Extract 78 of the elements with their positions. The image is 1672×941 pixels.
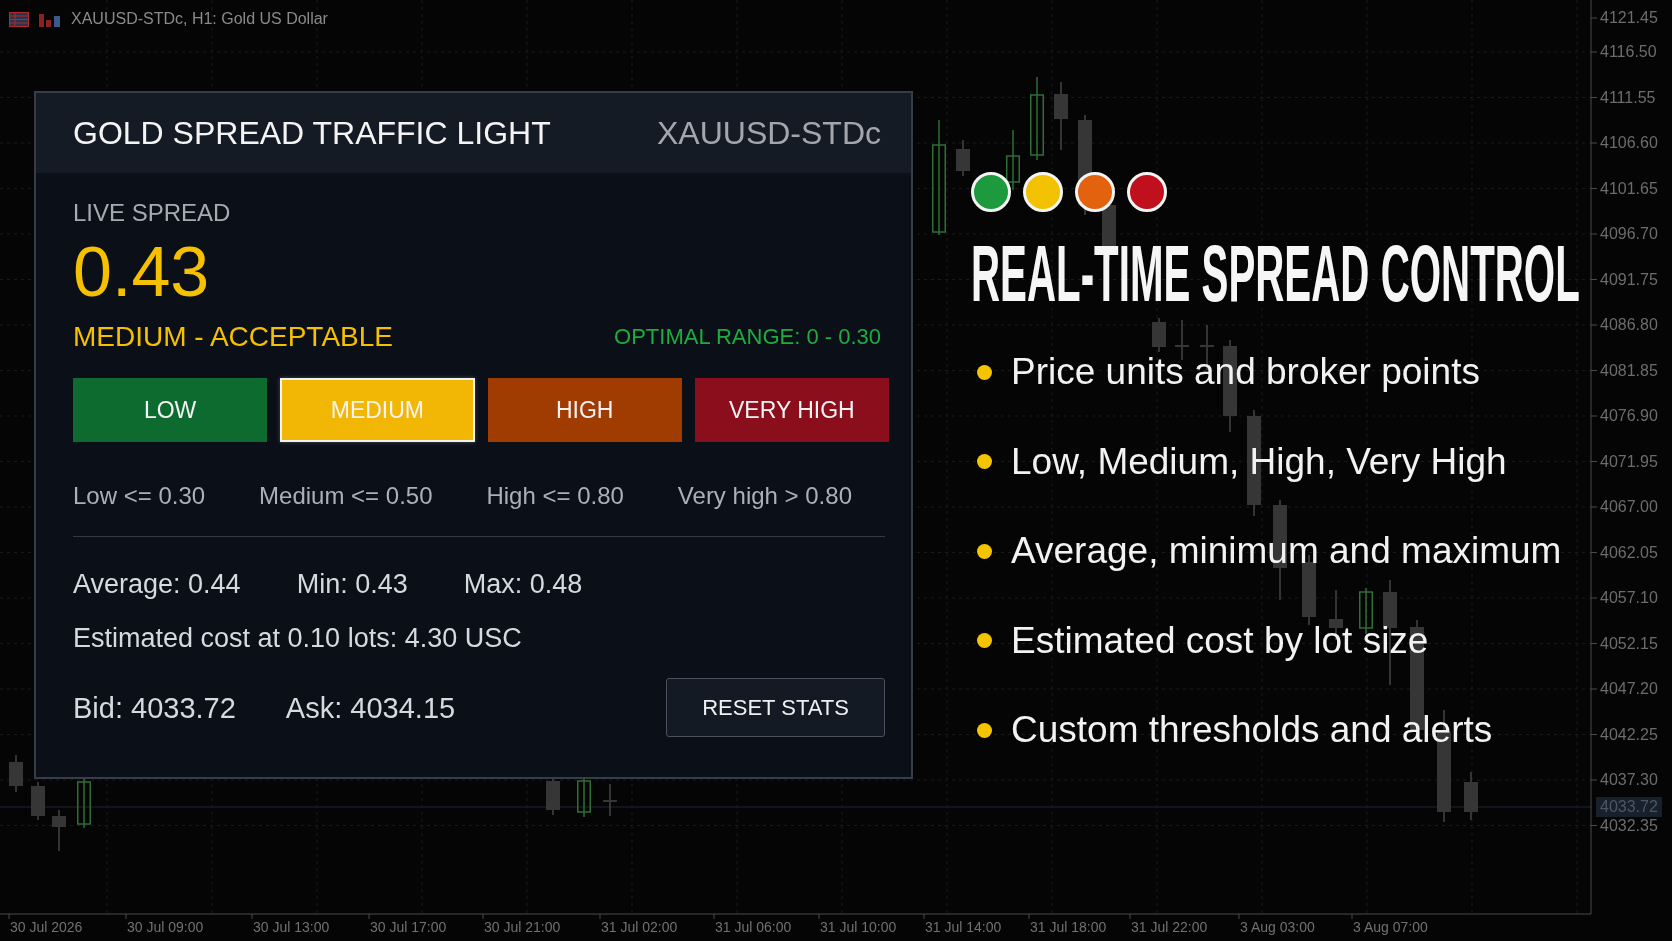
time-label: 30 Jul 13:00 — [253, 918, 330, 936]
headline: REAL-TIME SPREAD CONTROL — [971, 234, 1580, 313]
candle — [9, 754, 23, 793]
price-label: 4062.05 — [1600, 542, 1658, 563]
threshold-label: High <= 0.80 — [486, 481, 624, 511]
price-label: 4111.55 — [1600, 87, 1656, 108]
price-label: 4052.15 — [1600, 633, 1658, 654]
time-label: 3 Aug 03:00 — [1240, 918, 1315, 936]
candle — [31, 781, 45, 821]
candle — [1464, 771, 1478, 821]
price-label: 4047.20 — [1600, 679, 1658, 699]
price-label: 4106.60 — [1600, 133, 1658, 153]
price-label: 4067.00 — [1600, 497, 1658, 517]
level-indicator: MEDIUM — [280, 378, 475, 442]
level-indicator: VERY HIGH — [694, 378, 889, 442]
bullet-icon — [977, 454, 992, 469]
price-label: 4086.80 — [1600, 315, 1658, 335]
symbol-label: XAUUSD-STDc — [657, 114, 881, 152]
optimal-range-label: OPTIMAL RANGE: 0 - 0.30 — [614, 324, 881, 350]
bullet-icon — [977, 364, 992, 380]
quote-label: Ask: 4034.15 — [285, 690, 456, 726]
feature-text: Price units and broker points — [1011, 350, 1480, 394]
current-price-label: 4033.72 — [1596, 797, 1662, 817]
chart-symbol-title: XAUUSD-STDc, H1: Gold US Dollar — [71, 10, 328, 28]
time-label: 31 Jul 06:00 — [715, 918, 792, 936]
price-label: 4091.75 — [1600, 269, 1658, 290]
candle — [52, 809, 66, 852]
reset-stats-button[interactable]: RESET STATS — [666, 678, 885, 737]
price-label: 4116.50 — [1600, 42, 1657, 62]
feature-text: Average, minimum and maximum — [1011, 529, 1562, 573]
time-label: 3 Aug 07:00 — [1353, 918, 1428, 936]
price-label: 4096.70 — [1600, 224, 1658, 244]
stat-label: Average: 0.44 — [73, 568, 241, 601]
time-label: 31 Jul 18:00 — [1030, 918, 1107, 936]
price-label: 4121.45 — [1600, 8, 1658, 28]
quote-label: Bid: 4033.72 — [73, 690, 236, 726]
price-label: 4042.25 — [1600, 724, 1658, 745]
threshold-label: Very high > 0.80 — [677, 481, 852, 511]
price-label: 4101.65 — [1600, 178, 1658, 199]
spread-status: MEDIUM - ACCEPTABLE — [73, 321, 393, 353]
bar-chart-icon[interactable] — [39, 11, 61, 27]
feature-text: Estimated cost by lot size — [1011, 618, 1429, 663]
spread-value: 0.43 — [73, 237, 210, 307]
time-label: 31 Jul 22:00 — [1131, 918, 1208, 936]
feature-text: Low, Medium, High, Very High — [1011, 439, 1507, 484]
stat-label: Max: 0.48 — [463, 568, 583, 601]
time-label: 30 Jul 2026 — [10, 918, 83, 936]
candle — [1054, 81, 1068, 151]
price-label: 4037.30 — [1600, 770, 1658, 790]
price-label: 4076.90 — [1600, 406, 1658, 426]
time-label: 31 Jul 14:00 — [925, 918, 1002, 936]
bullet-icon — [977, 543, 992, 559]
live-spread-label: LIVE SPREAD — [73, 199, 231, 227]
level-indicator: LOW — [73, 378, 268, 442]
stat-label: Min: 0.43 — [296, 568, 408, 601]
candle — [1152, 317, 1166, 353]
price-label: 4071.95 — [1600, 451, 1658, 472]
price-label: 4032.35 — [1600, 815, 1658, 836]
time-label: 31 Jul 10:00 — [820, 918, 897, 936]
threshold-label: Low <= 0.30 — [73, 481, 206, 511]
price-label: 4057.10 — [1600, 588, 1658, 608]
panel-title: GOLD SPREAD TRAFFIC LIGHT — [73, 114, 551, 152]
time-label: 30 Jul 09:00 — [127, 918, 204, 936]
bullet-icon — [977, 722, 992, 738]
price-label: 4081.85 — [1600, 360, 1658, 381]
candle — [603, 783, 617, 817]
table-icon[interactable] — [9, 11, 29, 27]
estimated-cost-label: Estimated cost at 0.10 lots: 4.30 USC — [73, 622, 522, 655]
candle — [1006, 129, 1020, 191]
time-label: 30 Jul 21:00 — [484, 918, 561, 936]
time-label: 31 Jul 02:00 — [601, 918, 678, 936]
feature-text: Custom thresholds and alerts — [1011, 708, 1493, 752]
threshold-label: Medium <= 0.50 — [259, 481, 433, 511]
time-label: 30 Jul 17:00 — [370, 918, 447, 936]
bullet-icon — [977, 633, 992, 648]
candle — [577, 776, 591, 818]
level-indicator: HIGH — [487, 378, 682, 442]
candle — [956, 139, 970, 177]
